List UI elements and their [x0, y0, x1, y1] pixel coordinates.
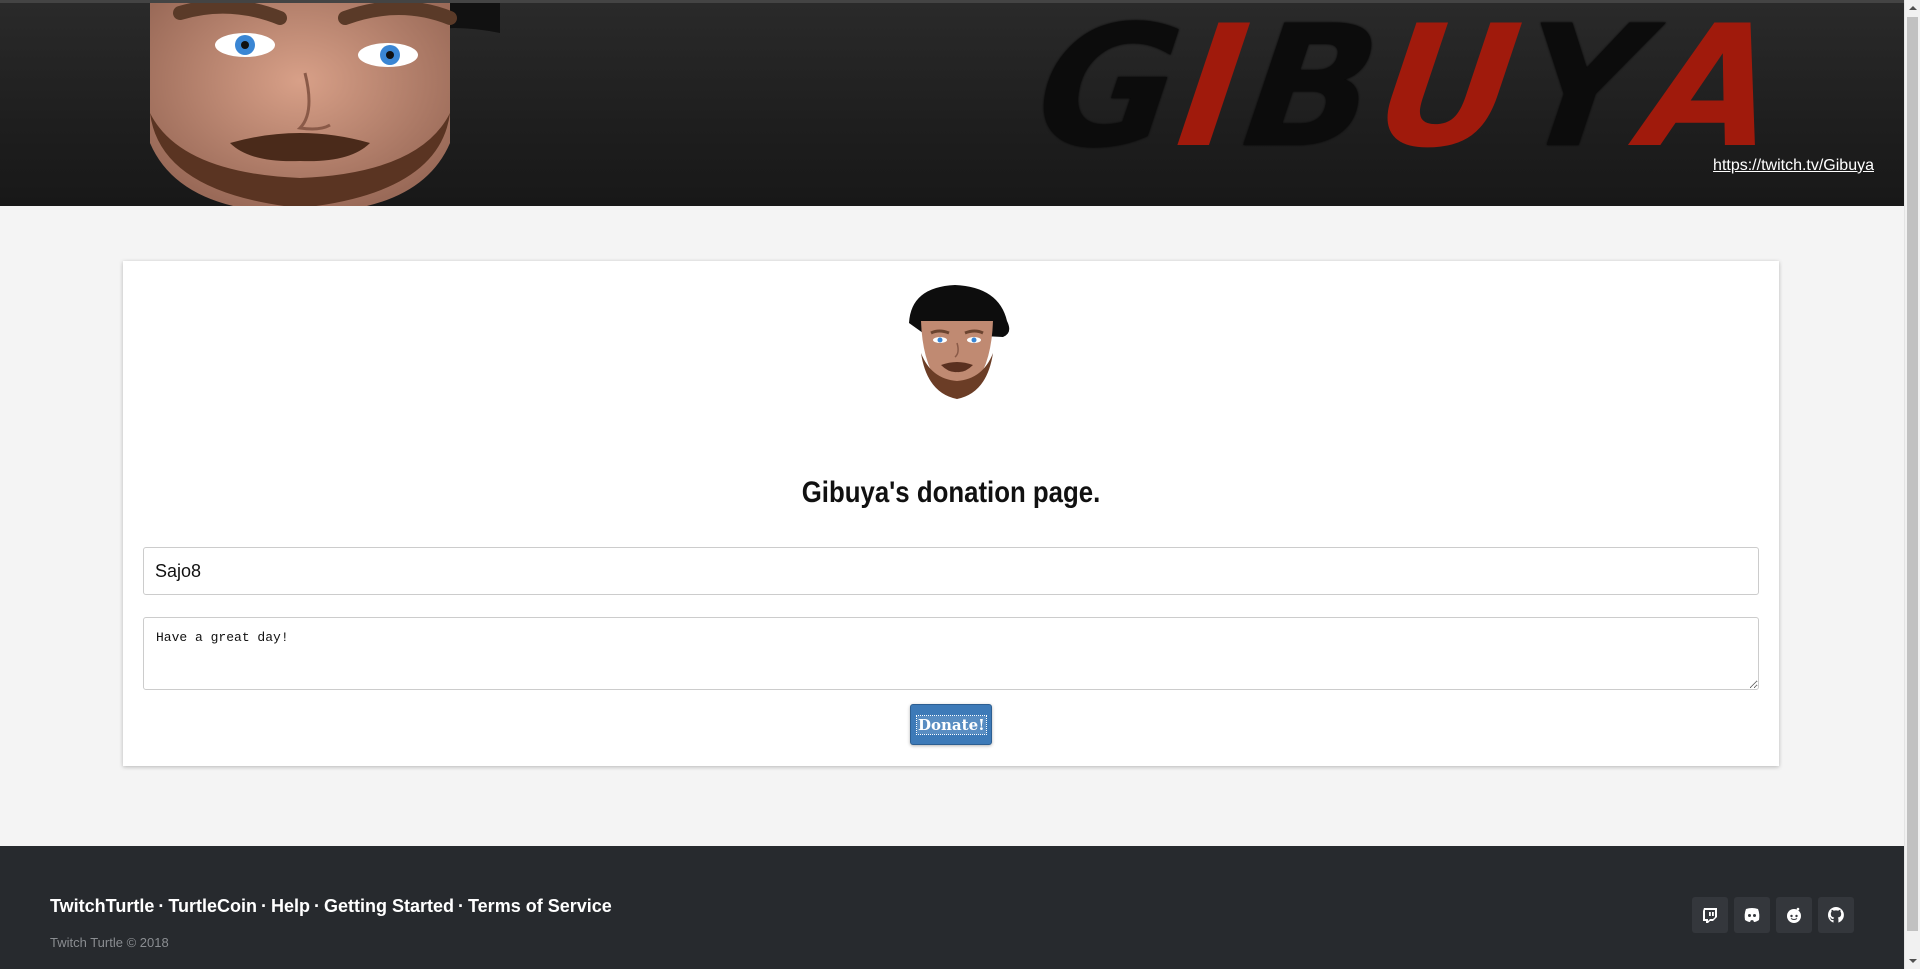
gibuya-logo: GIBUYA [1026, 0, 1795, 185]
github-icon[interactable] [1818, 897, 1854, 933]
header-banner: GIBUYA https://twitch.tv/Gibuya [0, 0, 1904, 206]
scroll-up-arrow-icon[interactable] [1905, 0, 1920, 16]
scrollbar-thumb[interactable] [1907, 17, 1918, 931]
footer-separator: · [260, 896, 267, 916]
footer-separator: · [458, 896, 465, 916]
footer: TwitchTurtle · TurtleCoin · Help · Getting Sta… [0, 846, 1904, 969]
footer-link-getting-started[interactable]: Getting Started [324, 896, 454, 916]
footer-links: TwitchTurtle · TurtleCoin · Help · Getting Sta… [50, 896, 612, 917]
footer-link-terms-of-service[interactable]: Terms of Service [468, 896, 612, 916]
discord-icon[interactable] [1734, 897, 1770, 933]
footer-copyright: Twitch Turtle © 2018 [50, 935, 169, 950]
donate-button-label: Donate! [916, 714, 987, 735]
donate-button[interactable]: Donate! [910, 704, 992, 745]
social-icons [1692, 897, 1854, 933]
footer-link-turtlecoin[interactable]: TurtleCoin [168, 896, 257, 916]
page-title: Gibuya's donation page. [801, 476, 1101, 510]
footer-separator: · [158, 896, 165, 916]
scroll-down-arrow-icon[interactable] [1905, 953, 1920, 969]
vertical-scrollbar[interactable] [1904, 0, 1920, 969]
donation-card: Gibuya's donation page. Have a great day… [123, 261, 1779, 766]
footer-separator: · [314, 896, 320, 916]
reddit-icon[interactable] [1776, 897, 1812, 933]
twitch-icon[interactable] [1692, 897, 1728, 933]
streamer-avatar [909, 285, 1010, 399]
footer-link-twitchturtle[interactable]: TwitchTurtle [50, 896, 154, 916]
donation-message-textarea[interactable]: Have a great day! [143, 617, 1759, 690]
footer-link-help[interactable]: Help [271, 896, 310, 916]
twitch-channel-link[interactable]: https://twitch.tv/Gibuya [1713, 157, 1874, 175]
page: GIBUYA https://twitch.tv/Gibuya Gibuya's… [0, 0, 1904, 969]
donor-name-input[interactable] [143, 547, 1759, 595]
banner-face-illustration [150, 3, 500, 206]
